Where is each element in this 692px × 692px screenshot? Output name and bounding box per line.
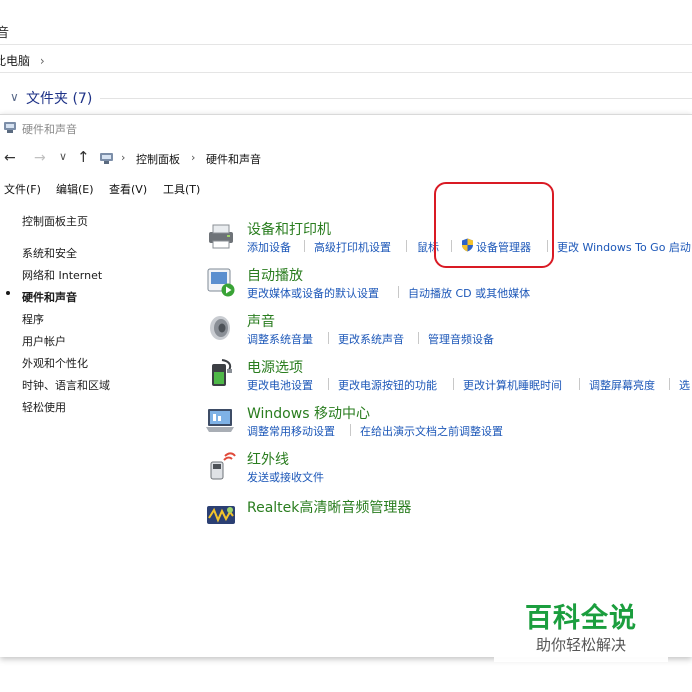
link-change-system-sounds[interactable]: 更改系统声音 xyxy=(338,331,404,347)
watermark: 百科全说 助你轻松解决 xyxy=(494,592,668,662)
link-separator xyxy=(579,378,580,390)
speaker-icon xyxy=(210,316,230,340)
up-arrow-icon[interactable]: ↑ xyxy=(77,148,90,166)
link-send-receive-files[interactable]: 发送或接收文件 xyxy=(247,469,324,485)
autoplay-icon xyxy=(207,268,235,297)
realtek-audio-icon xyxy=(207,506,235,524)
divider xyxy=(0,72,692,73)
watermark-title: 百科全说 xyxy=(525,603,637,634)
link-change-media-defaults[interactable]: 更改媒体或设备的默认设置 xyxy=(247,285,379,301)
menu-view[interactable]: 查看(V) xyxy=(109,181,147,197)
link-power-button-function[interactable]: 更改电源按钮的功能 xyxy=(338,377,437,393)
link-adjust-brightness[interactable]: 调整屏幕亮度 xyxy=(589,377,655,393)
link-separator xyxy=(406,240,407,252)
sidebar-item-control-panel-home[interactable]: 控制面板主页 xyxy=(22,213,88,229)
sidebar-item-programs[interactable]: 程序 xyxy=(22,311,44,327)
control-panel-icon xyxy=(4,122,16,133)
category-title-power-options[interactable]: 电源选项 xyxy=(247,357,303,377)
link-separator xyxy=(304,240,305,252)
link-computer-sleep-time[interactable]: 更改计算机睡眠时间 xyxy=(463,377,562,393)
chevron-right-icon: › xyxy=(121,151,126,164)
link-add-device[interactable]: 添加设备 xyxy=(247,239,291,255)
back-arrow-icon[interactable]: ← xyxy=(4,150,16,166)
control-panel-address-icon xyxy=(100,153,113,164)
link-autoplay-cd[interactable]: 自动播放 CD 或其他媒体 xyxy=(408,285,530,301)
forward-arrow-icon[interactable]: → xyxy=(34,150,46,166)
link-manage-audio-devices[interactable]: 管理音频设备 xyxy=(428,331,494,347)
link-adjust-mobility-settings[interactable]: 调整常用移动设置 xyxy=(247,423,335,439)
highlight-annotation xyxy=(434,182,554,268)
link-separator xyxy=(418,332,419,344)
background-explorer-window: 音 此电脑 › ∨ 文件夹 (7) xyxy=(0,0,692,120)
link-separator xyxy=(669,378,670,390)
breadcrumb-control-panel[interactable]: 控制面板 xyxy=(136,151,180,167)
category-title-infrared[interactable]: 红外线 xyxy=(247,449,289,469)
sidebar-item-appearance[interactable]: 外观和个性化 xyxy=(22,355,88,371)
link-change-battery-settings[interactable]: 更改电池设置 xyxy=(247,377,313,393)
background-address-bar[interactable]: 此电脑 › xyxy=(0,52,45,69)
battery-icon xyxy=(212,359,232,386)
link-presentation-settings[interactable]: 在给出演示文档之前调整设置 xyxy=(360,423,503,439)
link-windows-to-go[interactable]: 更改 Windows To Go 启动 xyxy=(557,239,691,255)
divider xyxy=(100,98,692,99)
category-title-sound[interactable]: 声音 xyxy=(247,311,275,331)
link-separator xyxy=(328,332,329,344)
link-separator xyxy=(398,286,399,298)
active-bullet xyxy=(6,291,10,295)
category-title-realtek-audio-manager[interactable]: Realtek高清晰音频管理器 xyxy=(247,497,411,517)
menu-tools[interactable]: 工具(T) xyxy=(163,181,200,197)
infrared-icon xyxy=(210,452,236,480)
divider xyxy=(0,44,692,45)
sidebar-item-system-and-security[interactable]: 系统和安全 xyxy=(22,245,77,261)
chevron-right-icon: › xyxy=(191,151,196,164)
category-title-windows-mobility-center[interactable]: Windows 移动中心 xyxy=(247,403,370,423)
sidebar-item-user-accounts[interactable]: 用户帐户 xyxy=(22,333,66,349)
link-power-plan-truncated[interactable]: 选 xyxy=(679,377,690,393)
mobility-center-icon xyxy=(206,409,234,432)
chevron-right-icon: › xyxy=(39,54,45,68)
sidebar-item-clock-language-region[interactable]: 时钟、语言和区域 xyxy=(22,377,110,393)
link-separator xyxy=(328,378,329,390)
category-title-devices-and-printers[interactable]: 设备和打印机 xyxy=(247,219,331,239)
background-address-text: 此电脑 xyxy=(0,54,31,68)
category-title-autoplay[interactable]: 自动播放 xyxy=(247,265,303,285)
sidebar-item-ease-of-access[interactable]: 轻松使用 xyxy=(22,399,66,415)
menu-edit[interactable]: 编辑(E) xyxy=(56,181,94,197)
folders-group-header[interactable]: 文件夹 (7) xyxy=(26,88,92,108)
recent-locations-chevron-icon[interactable]: ∨ xyxy=(59,150,67,163)
menu-file[interactable]: 文件(F) xyxy=(4,181,41,197)
link-separator xyxy=(453,378,454,390)
link-adjust-system-volume[interactable]: 调整系统音量 xyxy=(247,331,313,347)
breadcrumb-hardware-and-sound[interactable]: 硬件和声音 xyxy=(206,151,261,167)
sidebar-item-network[interactable]: 网络和 Internet xyxy=(22,267,102,283)
link-separator xyxy=(350,424,351,436)
watermark-subtitle: 助你轻松解决 xyxy=(535,636,626,654)
control-panel-window: 硬件和声音 ← → ∨ ↑ › 控制面板 › 硬件和声音 文件(F) 编辑(E)… xyxy=(0,114,692,657)
link-advanced-printer-setup[interactable]: 高级打印机设置 xyxy=(314,239,391,255)
window-title: 硬件和声音 xyxy=(22,123,77,136)
sidebar-item-hardware-and-sound[interactable]: 硬件和声音 xyxy=(22,289,77,305)
background-window-title: 音 xyxy=(0,26,10,41)
chevron-down-icon[interactable]: ∨ xyxy=(10,90,19,104)
printer-icon xyxy=(209,224,233,249)
